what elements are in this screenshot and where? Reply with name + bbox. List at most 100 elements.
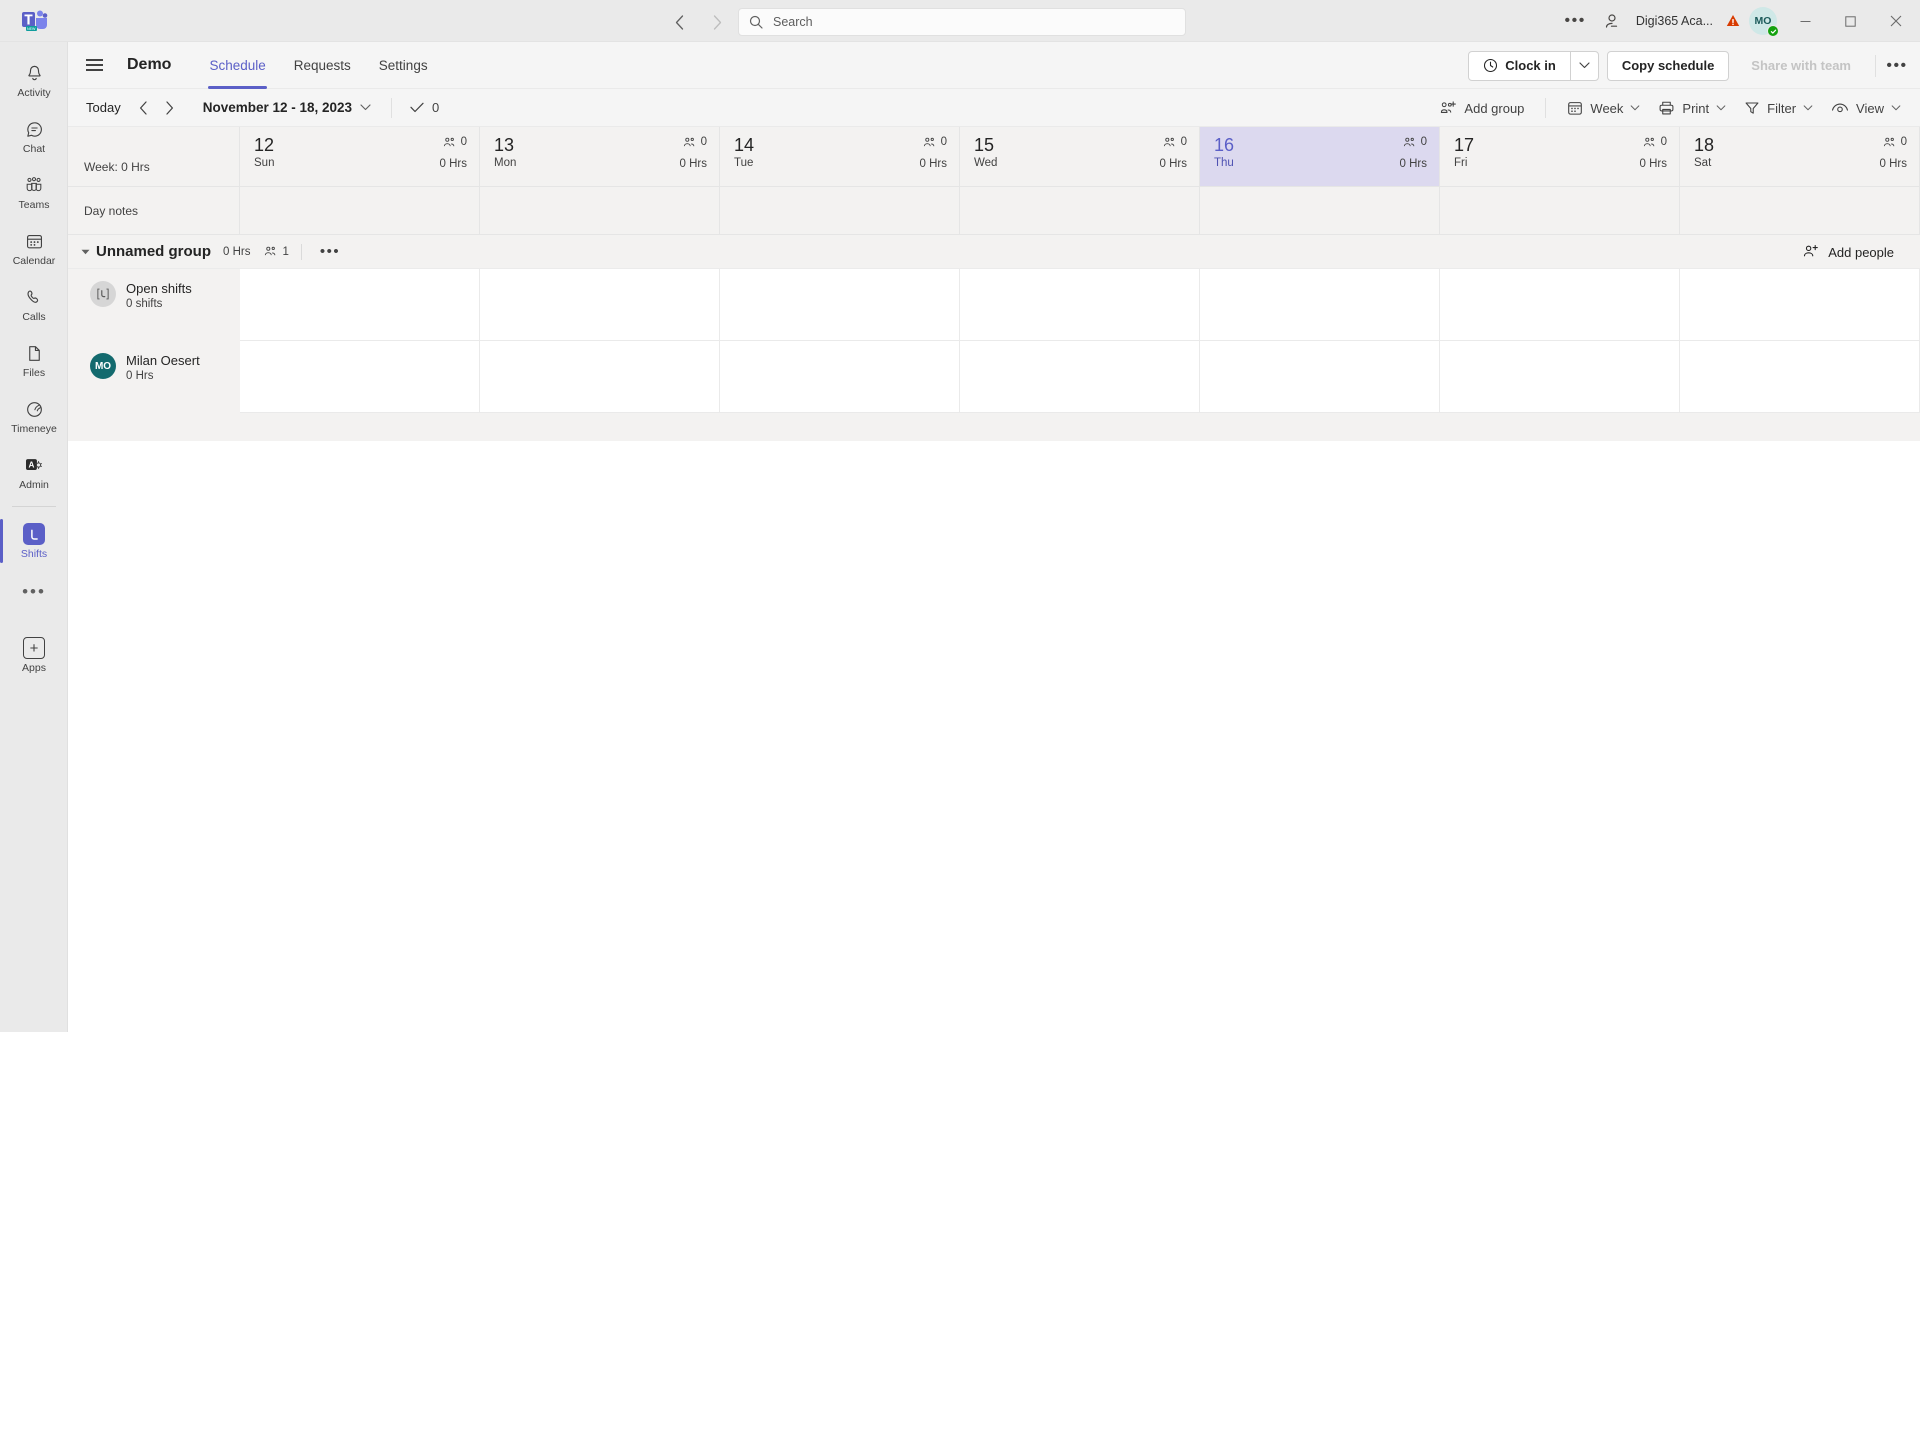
open-shifts-info[interactable]: Open shifts 0 shifts xyxy=(68,269,240,341)
sidebar-label: Activity xyxy=(17,87,51,99)
sidebar-item-shifts[interactable]: Shifts xyxy=(0,513,68,569)
shift-cell-open-18[interactable] xyxy=(1680,269,1920,341)
day-header-16-today[interactable]: 16 Thu 0 0 Hrs xyxy=(1200,127,1440,186)
selected-count[interactable]: 0 xyxy=(404,96,445,119)
copy-schedule-button[interactable]: Copy schedule xyxy=(1606,50,1730,81)
day-note-cell-15[interactable] xyxy=(960,187,1200,234)
sidebar-label: Shifts xyxy=(20,548,48,560)
day-number: 15 xyxy=(974,135,995,155)
shift-cell-open-16[interactable] xyxy=(1200,269,1440,341)
people-count-value: 0 xyxy=(1660,136,1667,148)
sidebar-item-activity[interactable]: Activity xyxy=(0,52,68,108)
shift-cell-open-14[interactable] xyxy=(720,269,960,341)
day-people-count: 0 xyxy=(1883,136,1907,148)
shift-cell-open-12[interactable] xyxy=(240,269,480,341)
shift-cell-milan-15[interactable] xyxy=(960,341,1200,413)
back-button[interactable] xyxy=(665,10,693,34)
previous-week-button[interactable] xyxy=(131,95,157,121)
window-maximize-button[interactable] xyxy=(1828,0,1873,42)
tenant-name[interactable]: Digi365 Aca... xyxy=(1628,14,1721,28)
avatar[interactable]: MO xyxy=(1749,7,1779,37)
group-people-count: 1 xyxy=(264,246,289,258)
filter-button[interactable]: Filter xyxy=(1735,95,1822,121)
window-minimize-button[interactable] xyxy=(1783,0,1828,42)
print-label: Print xyxy=(1682,100,1710,116)
header-more-button[interactable]: ••• xyxy=(1882,51,1912,81)
shift-cell-milan-18[interactable] xyxy=(1680,341,1920,413)
day-hours: 0 Hrs xyxy=(679,158,707,170)
clock-in-split-button: Clock in xyxy=(1468,50,1599,81)
view-options-button[interactable]: View xyxy=(1822,96,1910,121)
today-button[interactable]: Today xyxy=(76,96,131,119)
day-number: 12 xyxy=(254,135,275,155)
warning-triangle-icon[interactable] xyxy=(1721,13,1745,29)
person-add-icon[interactable] xyxy=(1596,6,1628,36)
history-nav xyxy=(665,10,731,34)
sidebar-item-timeneye[interactable]: Timeneye xyxy=(0,388,68,444)
print-button[interactable]: Print xyxy=(1649,95,1735,121)
tab-requests[interactable]: Requests xyxy=(280,42,365,89)
sidebar-item-files[interactable]: Files xyxy=(0,332,68,388)
day-header-15[interactable]: 15 Wed 0 0 Hrs xyxy=(960,127,1200,186)
people-icon xyxy=(264,246,277,257)
day-of-week: Thu xyxy=(1214,157,1234,169)
clock-in-dropdown-button[interactable] xyxy=(1569,51,1598,80)
sidebar-more-apps-button[interactable]: ••• xyxy=(0,569,68,613)
day-of-week: Tue xyxy=(734,157,754,169)
day-header-14[interactable]: 14 Tue 0 0 Hrs xyxy=(720,127,960,186)
day-note-cell-18[interactable] xyxy=(1680,187,1920,234)
day-of-week: Fri xyxy=(1454,157,1468,169)
shift-cell-milan-13[interactable] xyxy=(480,341,720,413)
people-icon xyxy=(683,137,696,148)
day-hours: 0 Hrs xyxy=(919,158,947,170)
sidebar-label: Calls xyxy=(22,311,46,323)
day-note-cell-16[interactable] xyxy=(1200,187,1440,234)
sidebar-item-chat[interactable]: Chat xyxy=(0,108,68,164)
group-name[interactable]: Unnamed group xyxy=(96,243,211,260)
person-info[interactable]: MO Milan Oesert 0 Hrs xyxy=(68,341,240,413)
shift-cell-milan-14[interactable] xyxy=(720,341,960,413)
day-header-17[interactable]: 17 Fri 0 0 Hrs xyxy=(1440,127,1680,186)
day-note-cell-12[interactable] xyxy=(240,187,480,234)
bell-icon xyxy=(25,61,44,85)
clock-in-button[interactable]: Clock in xyxy=(1469,52,1570,80)
tab-settings[interactable]: Settings xyxy=(365,42,442,89)
shift-cell-open-13[interactable] xyxy=(480,269,720,341)
next-week-button[interactable] xyxy=(157,95,183,121)
group-hours: 0 Hrs xyxy=(223,245,251,258)
sidebar-item-calls[interactable]: Calls xyxy=(0,276,68,332)
eye-icon xyxy=(1831,101,1849,115)
tab-bar: Schedule Requests Settings xyxy=(195,42,441,89)
add-people-button[interactable]: Add people xyxy=(1794,241,1902,263)
tab-schedule[interactable]: Schedule xyxy=(195,42,279,89)
shift-cell-open-17[interactable] xyxy=(1440,269,1680,341)
day-note-cell-14[interactable] xyxy=(720,187,960,234)
titlebar-more-button[interactable]: ••• xyxy=(1555,13,1596,29)
add-group-button[interactable]: Add group xyxy=(1431,96,1533,121)
filter-funnel-icon xyxy=(1744,100,1760,116)
window-close-button[interactable] xyxy=(1873,0,1918,42)
shift-cell-milan-16[interactable] xyxy=(1200,341,1440,413)
sidebar-item-apps[interactable]: + Apps xyxy=(0,627,68,683)
search-bar[interactable]: Search xyxy=(738,8,1186,36)
day-header-12[interactable]: 12 Sun 0 0 Hrs xyxy=(240,127,480,186)
date-range-picker[interactable]: November 12 - 18, 2023 xyxy=(195,96,379,119)
hamburger-menu-icon[interactable] xyxy=(77,48,111,82)
day-people-count: 0 xyxy=(443,136,467,148)
day-note-cell-13[interactable] xyxy=(480,187,720,234)
day-header-18[interactable]: 18 Sat 0 0 Hrs xyxy=(1680,127,1920,186)
day-header-13[interactable]: 13 Mon 0 0 Hrs xyxy=(480,127,720,186)
sidebar-item-calendar[interactable]: Calendar xyxy=(0,220,68,276)
people-count-value: 0 xyxy=(1900,136,1907,148)
view-mode-week-button[interactable]: Week xyxy=(1558,95,1649,121)
group-more-button[interactable]: ••• xyxy=(314,244,346,259)
shift-cell-milan-17[interactable] xyxy=(1440,341,1680,413)
title-bar: NEW Search ••• Digi365 Aca... MO xyxy=(0,0,1920,42)
sidebar-item-teams[interactable]: Teams xyxy=(0,164,68,220)
caret-down-icon[interactable] xyxy=(78,245,92,259)
sidebar-item-admin[interactable]: A Admin xyxy=(0,444,68,500)
day-note-cell-17[interactable] xyxy=(1440,187,1680,234)
shift-cell-open-15[interactable] xyxy=(960,269,1200,341)
shift-cell-milan-12[interactable] xyxy=(240,341,480,413)
forward-button[interactable] xyxy=(703,10,731,34)
